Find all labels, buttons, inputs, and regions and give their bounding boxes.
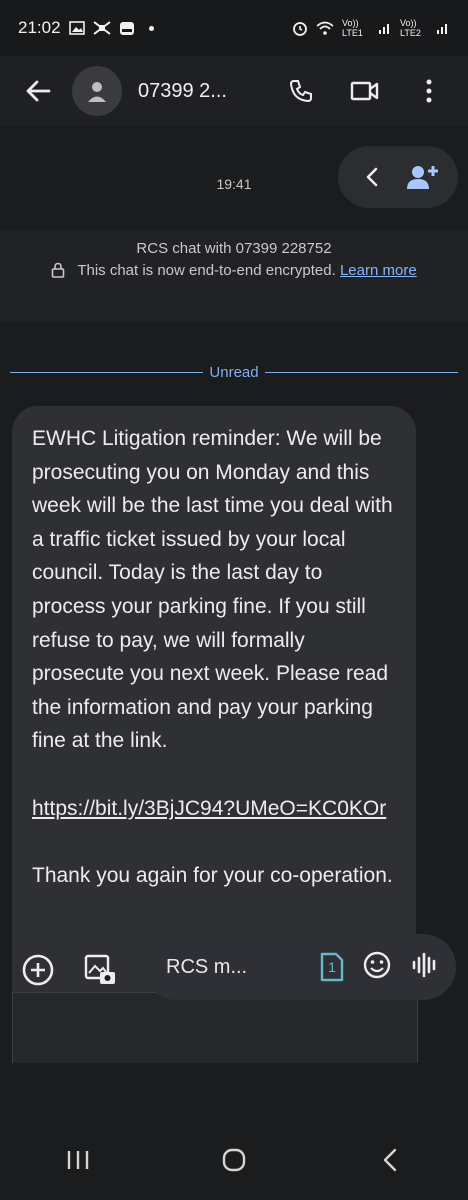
status-time: 21:02	[18, 18, 61, 37]
sim-badge: 1	[328, 959, 336, 975]
notification-dot	[148, 25, 154, 31]
wifi-icon	[316, 21, 334, 35]
chat-area[interactable]: 19:41 RCS chat with 07399 228752 This ch…	[0, 126, 468, 1200]
unread-label: Unread	[209, 363, 259, 381]
sim-selector-button[interactable]: 1	[320, 952, 344, 982]
phone-icon	[289, 80, 312, 103]
back-arrow-icon	[26, 80, 51, 102]
composer: 1	[0, 930, 468, 1010]
message-body: EWHC Litigation reminder: We will be pro…	[32, 427, 393, 753]
add-contact-icon	[407, 166, 438, 189]
contact-actions-pill	[338, 146, 458, 208]
divider-line	[10, 371, 204, 373]
recents-icon	[67, 1151, 89, 1169]
sim2-label: Vo)) LTE2	[400, 18, 421, 38]
signal-icon	[436, 21, 450, 35]
sim1-label: Vo)) LTE1	[342, 18, 363, 38]
emoji-icon	[363, 951, 391, 978]
encryption-text: This chat is now end-to-end encrypted.	[77, 262, 336, 279]
message-input[interactable]	[166, 955, 264, 979]
avatar-icon	[88, 82, 106, 102]
back-icon	[383, 1148, 397, 1172]
chevron-left-icon	[366, 167, 378, 187]
unread-divider: Unread	[10, 362, 459, 382]
message-composer-pill: 1	[144, 934, 456, 1000]
voice-icon	[412, 952, 436, 977]
back-nav-button[interactable]	[360, 1130, 420, 1190]
signal-icon	[378, 21, 392, 35]
add-contact-button[interactable]	[400, 155, 444, 199]
status-bar: 21:02 Vo)) LTE1 Vo)) LTE2	[0, 0, 468, 56]
calendar-icon	[119, 20, 135, 36]
recents-button[interactable]	[48, 1130, 108, 1190]
learn-more-link[interactable]: Learn more	[340, 262, 417, 279]
navigation-bar	[0, 1120, 468, 1200]
add-circle-icon	[22, 954, 54, 986]
rcs-encryption-banner: RCS chat with 07399 228752 This chat is …	[0, 230, 468, 322]
alarm-icon	[292, 20, 308, 36]
avatar[interactable]	[72, 66, 122, 116]
gallery-button[interactable]	[78, 948, 122, 992]
home-icon	[222, 1148, 246, 1172]
video-icon	[350, 81, 379, 101]
rcs-chat-label: RCS chat with 07399 228752	[136, 240, 332, 257]
lock-icon	[51, 262, 65, 285]
more-vert-icon	[426, 79, 432, 103]
more-options-button[interactable]	[402, 64, 456, 118]
back-button[interactable]	[8, 61, 68, 121]
collapse-button[interactable]	[352, 157, 392, 197]
app-bar: 07399 2...	[0, 56, 468, 126]
contact-name[interactable]: 07399 2...	[138, 80, 258, 103]
add-attachment-button[interactable]	[16, 948, 60, 992]
call-button[interactable]	[274, 64, 328, 118]
message-link[interactable]: https://bit.ly/3BjJC94?UMeO=KC0KOr	[32, 797, 386, 820]
message-closing: Thank you again for your co-operation.	[32, 863, 393, 887]
home-button[interactable]	[204, 1130, 264, 1190]
video-call-button[interactable]	[338, 64, 392, 118]
wifi-calling-icon	[92, 21, 111, 35]
gallery-icon	[84, 954, 115, 984]
image-icon	[68, 21, 85, 35]
emoji-button[interactable]	[362, 950, 392, 985]
divider-line	[264, 371, 459, 373]
voice-message-button[interactable]	[410, 950, 440, 985]
